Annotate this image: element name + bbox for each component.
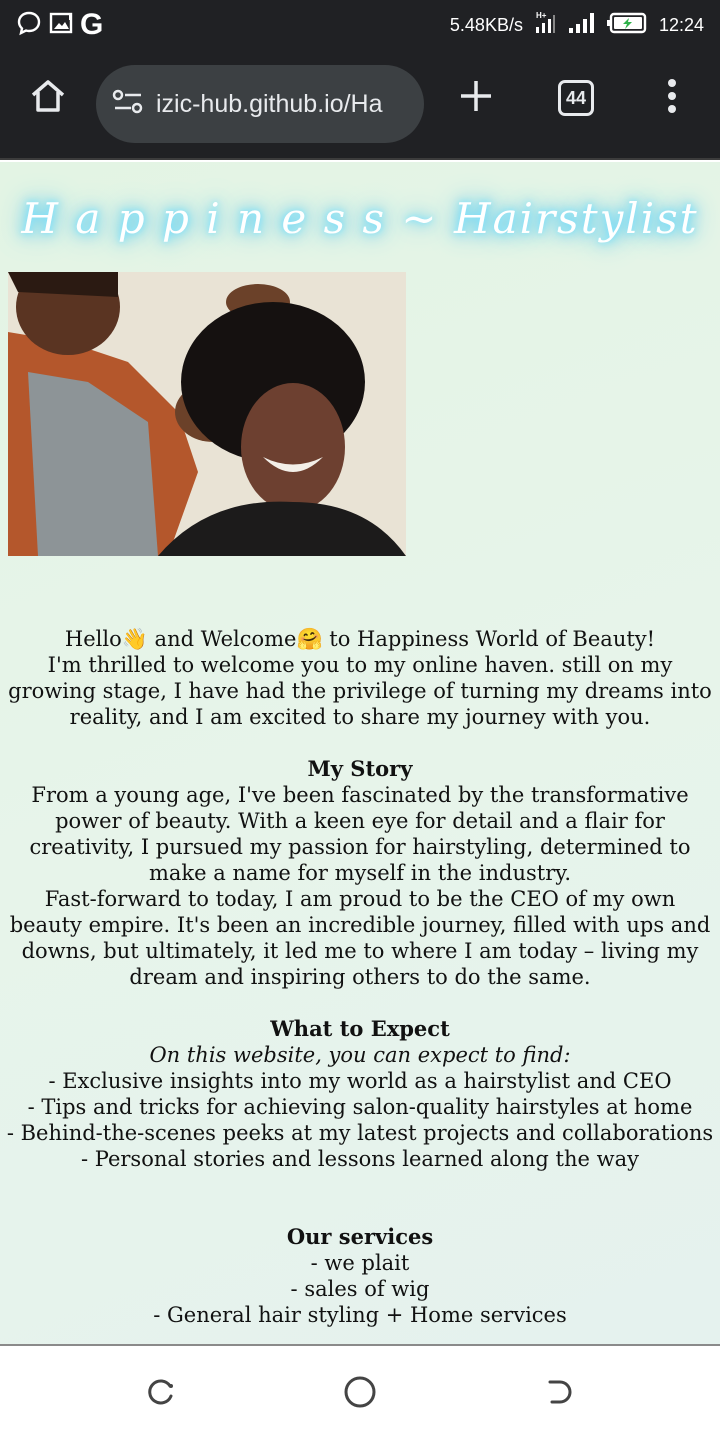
list-item: - Tips and tricks for achieving salon-qu… <box>27 1095 693 1119</box>
expect-subheading: On this website, you can expect to find: <box>149 1043 571 1067</box>
home-nav-button[interactable] <box>340 1374 380 1414</box>
circle-home-icon <box>343 1375 377 1413</box>
system-nav-bar <box>0 1344 720 1440</box>
url-text[interactable]: izic-hub.github.io/Ha <box>156 90 383 119</box>
address-bar[interactable]: izic-hub.github.io/Ha <box>96 65 424 143</box>
svg-text:H+: H+ <box>536 11 547 20</box>
cell-signal-icon <box>567 10 597 41</box>
image-icon <box>48 10 74 41</box>
chat-bubble-icon <box>16 10 42 41</box>
page-text: Hello👋 and Welcome🤗 to Happiness World o… <box>6 626 714 1328</box>
plus-icon <box>458 78 494 118</box>
network-speed: 5.48KB/s <box>449 14 523 35</box>
new-tab-button[interactable] <box>448 70 504 126</box>
list-item: - Behind-the-scenes peeks at my latest p… <box>6 1121 714 1145</box>
tab-switcher-button[interactable]: 44 <box>548 70 604 126</box>
status-left-icons: G <box>16 10 103 40</box>
story-paragraph: From a young age, I've been fascinated b… <box>29 783 691 885</box>
home-icon <box>28 76 68 120</box>
expect-heading: What to Expect <box>270 1016 450 1041</box>
tab-count: 44 <box>558 80 594 116</box>
browser-toolbar: izic-hub.github.io/Ha 44 <box>0 50 720 160</box>
more-vert-icon <box>666 78 678 118</box>
story-paragraph: Fast-forward to today, I am proud to be … <box>9 887 711 989</box>
back-icon <box>544 1376 576 1412</box>
list-item: - Personal stories and lessons learned a… <box>81 1147 639 1171</box>
intro-line: Hello👋 and Welcome🤗 to Happiness World o… <box>64 627 656 651</box>
back-button[interactable] <box>540 1374 580 1414</box>
overflow-menu-button[interactable] <box>644 70 700 126</box>
clock: 12:24 <box>658 14 704 35</box>
recents-icon <box>144 1376 176 1412</box>
status-right: 5.48KB/s H+ 12:24 <box>450 10 704 40</box>
intro-paragraph: I'm thrilled to welcome you to my online… <box>8 653 712 729</box>
recents-button[interactable] <box>140 1374 180 1414</box>
page-title: H a p p i n e s s ~ Hairstylist <box>21 194 699 243</box>
home-button[interactable] <box>20 70 76 126</box>
status-bar: G 5.48KB/s H+ 12:24 <box>0 0 720 50</box>
hplus-signal-icon: H+ <box>533 10 557 41</box>
service-item: - General hair styling + Home services <box>153 1303 567 1327</box>
service-item: - we plait <box>310 1251 410 1275</box>
battery-charging-icon <box>606 11 649 40</box>
web-page: H a p p i n e s s ~ Hairstylist Hello👋 a… <box>0 162 720 1344</box>
story-heading: My Story <box>307 756 413 781</box>
site-settings-icon[interactable] <box>112 88 144 120</box>
list-item: - Exclusive insights into my world as a … <box>48 1069 672 1093</box>
services-heading: Our services <box>286 1224 434 1249</box>
google-g-icon: G <box>80 8 104 41</box>
hero-image <box>8 272 406 556</box>
service-item: - sales of wig <box>290 1277 430 1301</box>
